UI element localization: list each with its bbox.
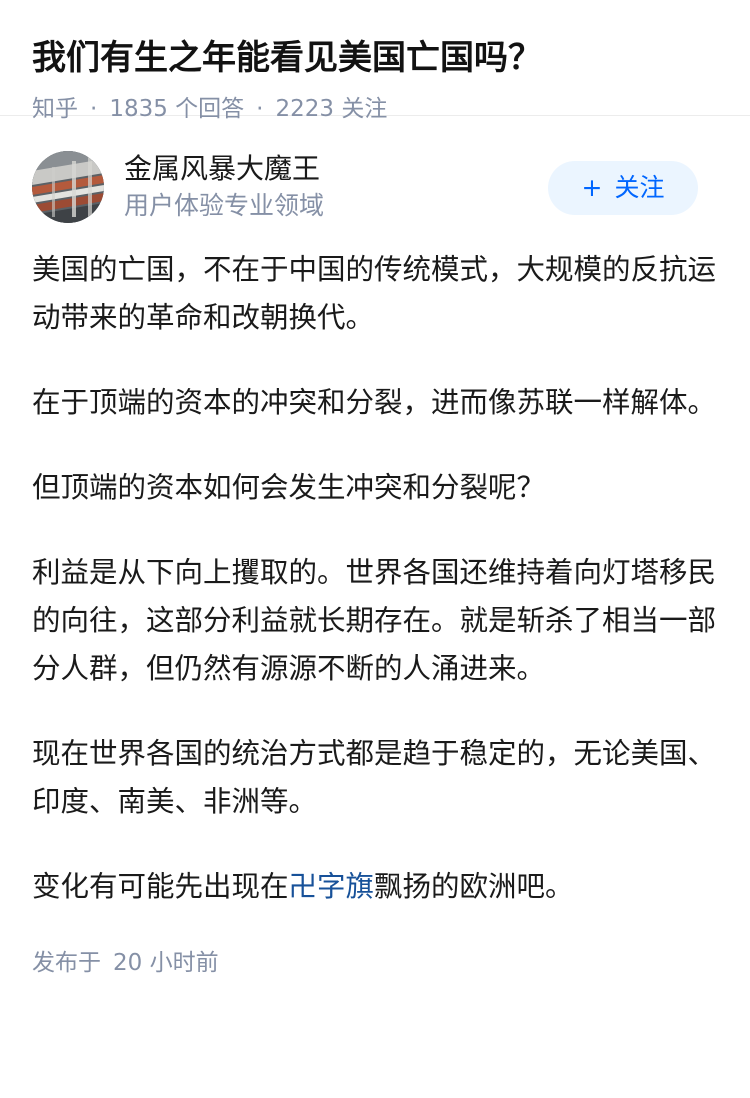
posted-time: 发布于 20 小时前 [0, 948, 750, 978]
answer-paragraph: 在于顶端的资本的冲突和分裂，进而像苏联一样解体。 [32, 386, 717, 419]
answer-content: 美国的亡国，不在于中国的传统模式，大规模的反抗运动带来的革命和改朝换代。 在于顶… [0, 246, 750, 911]
answer-paragraph-last: 变化有可能先出现在卍字旗飘扬的欧洲吧。 [32, 870, 574, 903]
answer-paragraph: 现在世界各国的统治方式都是趋于稳定的，无论美国、印度、南美、非洲等。 [32, 737, 717, 818]
author-bio: 用户体验专业领域 [124, 191, 325, 220]
plus-icon: + [581, 173, 603, 202]
posted-label: 发布于 [32, 950, 101, 976]
follow-button[interactable]: + 关注 [548, 161, 698, 215]
author-card: 金属风暴大魔王 用户体验专业领域 + 关注 [0, 116, 750, 251]
avatar-image [32, 151, 104, 223]
follow-label: 关注 [614, 173, 665, 202]
posted-value: 20 小时前 [113, 950, 219, 976]
answer-paragraph: 美国的亡国，不在于中国的传统模式，大规模的反抗运动带来的革命和改朝换代。 [32, 253, 717, 334]
question-title[interactable]: 我们有生之年能看见美国亡国吗？ [32, 34, 718, 82]
author-info: 金属风暴大魔王 用户体验专业领域 [124, 151, 324, 223]
keyword-link[interactable]: 卍字旗 [289, 870, 375, 903]
answer-paragraph: 利益是从下向上攫取的。世界各国还维持着向灯塔移民的向往，这部分利益就长期存在。就… [32, 556, 717, 685]
answer-page: 我们有生之年能看见美国亡国吗？ 知乎 · 1835 个回答 · 2223 关注 金属风暴… [0, 0, 750, 1098]
avatar[interactable] [32, 151, 104, 223]
question-header: 我们有生之年能看见美国亡国吗？ 知乎 · 1835 个回答 · 2223 关注 [0, 0, 750, 122]
author-name[interactable]: 金属风暴大魔王 [124, 151, 324, 187]
answer-paragraph: 但顶端的资本如何会发生冲突和分裂呢？ [32, 471, 546, 504]
